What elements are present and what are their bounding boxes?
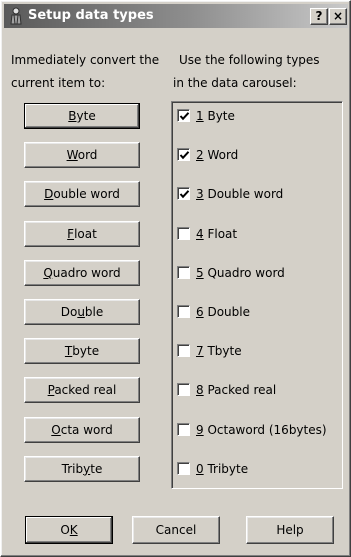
checkbox-unchecked[interactable] — [177, 265, 190, 279]
checkbox-checked[interactable] — [177, 187, 190, 201]
convert-quadro-word-button[interactable]: Quadro word — [24, 259, 140, 286]
convert-tribyte-button[interactable]: Tribyte — [24, 455, 140, 482]
app-icon — [8, 7, 24, 25]
convert-tbyte-button[interactable]: Tbyte — [24, 338, 140, 365]
checkbox-checked[interactable] — [177, 148, 190, 162]
close-button[interactable]: × — [329, 8, 347, 25]
convert-octa-word-button[interactable]: Octa word — [24, 416, 140, 443]
checkbox-unchecked[interactable] — [177, 344, 190, 358]
checkbox-unchecked[interactable] — [177, 226, 190, 240]
carousel-item-label: 2 Word — [196, 148, 239, 163]
convert-byte-button[interactable]: Byte — [24, 103, 140, 129]
carousel-item-label: 7 Tbyte — [196, 344, 242, 359]
carousel-item-label: 3 Double word — [196, 187, 284, 202]
carousel-item-label: 5 Quadro word — [196, 265, 285, 280]
checkbox-unchecked[interactable] — [177, 422, 190, 436]
convert-packed-real-button[interactable]: Packed real — [24, 377, 140, 404]
carousel-item-label: 0 Tribyte — [196, 461, 249, 476]
checkbox-unchecked[interactable] — [177, 383, 190, 397]
convert-double-button[interactable]: Double — [24, 299, 140, 325]
carousel-item-label: 1 Byte — [196, 109, 235, 123]
convert-label-line2: current item to: — [11, 76, 106, 90]
setup-data-types-dialog: Setup data types ? × Immediately convert… — [0, 0, 351, 557]
convert-float-button[interactable]: Float — [24, 220, 140, 247]
carousel-label-line2: in the data carousel: — [173, 76, 297, 90]
checkbox-unchecked[interactable] — [177, 305, 190, 318]
window-title: Setup data types — [28, 8, 154, 23]
carousel-item-label: 9 Octaword (16bytes) — [196, 422, 327, 437]
carousel-label-line1: Use the following types — [179, 53, 320, 67]
convert-word-button[interactable]: Word — [24, 142, 140, 169]
convert-label-line1: Immediately convert the — [11, 53, 160, 67]
convert-double-word-button[interactable]: Double word — [24, 181, 140, 208]
cancel-button[interactable]: Cancel — [132, 516, 220, 544]
help-title-button[interactable]: ? — [310, 8, 328, 25]
ok-button[interactable]: OK — [25, 516, 113, 544]
carousel-item-label: 6 Double — [196, 305, 250, 319]
checkbox-checked[interactable] — [177, 109, 190, 122]
carousel-item-label: 4 Float — [196, 226, 238, 241]
checkbox-unchecked[interactable] — [177, 461, 190, 475]
title-bar: Setup data types ? × — [4, 4, 348, 28]
help-button[interactable]: Help — [246, 516, 334, 544]
carousel-item-label: 8 Packed real — [196, 383, 277, 398]
